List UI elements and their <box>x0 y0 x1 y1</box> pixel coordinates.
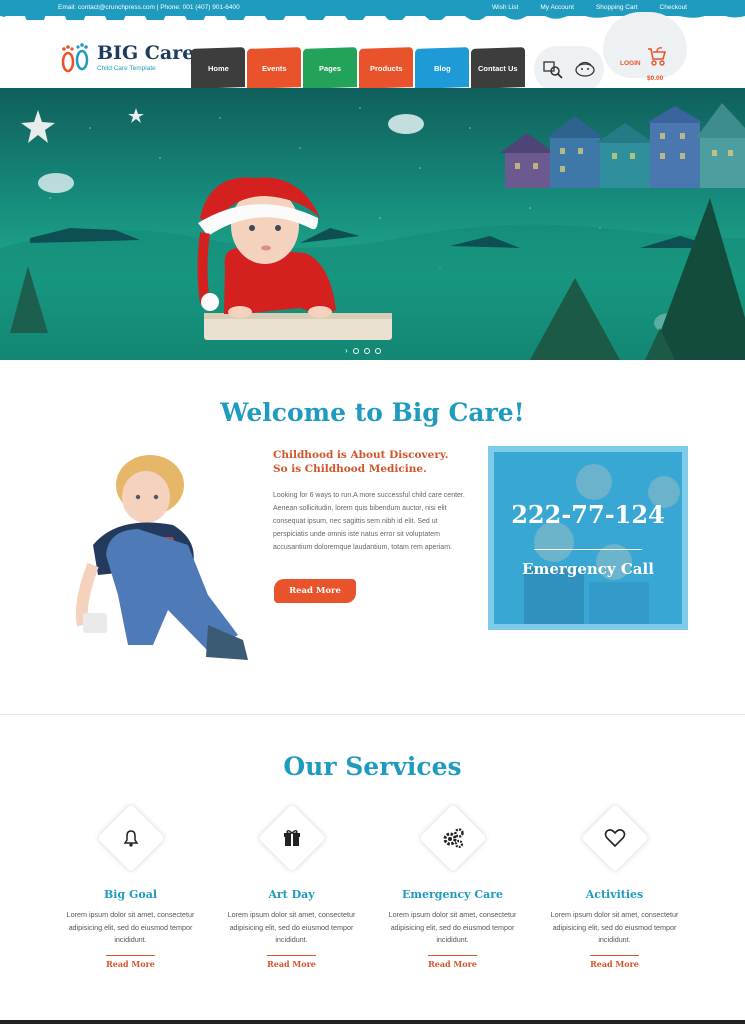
service-description: Lorem ipsum dolor sit amet, consectetur … <box>66 910 195 944</box>
nav-events[interactable]: Events <box>247 47 301 89</box>
welcome-read-more-button[interactable]: Read More <box>274 579 356 603</box>
slider-dot-2[interactable] <box>363 347 370 354</box>
nav-blog[interactable]: Blog <box>415 47 469 89</box>
welcome-heading: Welcome to Big Care! <box>220 398 525 427</box>
baby-feet-icon <box>61 43 89 73</box>
nav-pages-label: Pages <box>318 63 342 73</box>
service-card-activities: Activities Lorem ipsum dolor sit amet, c… <box>542 800 687 972</box>
nav-contact-us[interactable]: Contact Us <box>471 47 525 89</box>
slider-dot-1[interactable] <box>352 347 359 354</box>
my-account-link[interactable]: My Account <box>540 4 574 11</box>
emergency-call-label: Emergency Call <box>522 560 654 578</box>
emergency-call-card[interactable]: 222-77-124 Emergency Call <box>488 446 688 630</box>
gears-icon[interactable] <box>415 800 491 876</box>
service-read-more-link[interactable]: Read More <box>428 954 477 969</box>
service-description: Lorem ipsum dolor sit amet, consectetur … <box>227 910 356 944</box>
hero-scene-illustration <box>0 103 745 360</box>
bell-icon[interactable] <box>93 800 169 876</box>
checkout-link[interactable]: Checkout <box>660 4 687 11</box>
service-title: Art Day <box>268 888 315 901</box>
brand-tagline: Child Care Template <box>97 65 156 72</box>
nav-home-label: Home <box>207 63 229 73</box>
gift-icon[interactable] <box>254 800 330 876</box>
service-read-more-link[interactable]: Read More <box>106 954 155 969</box>
emergency-divider <box>534 549 642 550</box>
slider-dot-3[interactable] <box>374 347 381 354</box>
services-heading: Our Services <box>283 752 462 781</box>
nav-products-label: Products <box>369 63 403 73</box>
nav-products[interactable]: Products <box>359 47 413 89</box>
hero-slider: › <box>0 88 745 360</box>
toddler-photo <box>75 455 248 660</box>
slider-controls: › <box>345 346 381 355</box>
service-title: Emergency Care <box>401 888 504 901</box>
service-card-big-goal: Big Goal Lorem ipsum dolor sit amet, con… <box>58 800 203 972</box>
nav-blog-label: Blog <box>433 63 451 73</box>
service-card-art-day: Art Day Lorem ipsum dolor sit amet, cons… <box>219 800 364 972</box>
service-title: Activities <box>585 888 644 901</box>
welcome-body-text: Looking for 6 ways to run.A more success… <box>273 492 465 551</box>
contact-info: Email: contact@crunchpress.com | Phone: … <box>58 4 240 11</box>
service-read-more-link[interactable]: Read More <box>590 954 639 969</box>
stroller-cart-icon[interactable] <box>645 46 667 68</box>
cart-panel <box>603 12 687 78</box>
shopping-cart-link[interactable]: Shopping Cart <box>596 4 638 11</box>
welcome-subtitle: Childhood is About Discovery. So is Chil… <box>273 449 449 475</box>
nav-pages[interactable]: Pages <box>303 47 357 89</box>
service-title: Big Goal <box>103 888 158 901</box>
footer-edge <box>0 1020 745 1024</box>
section-divider <box>0 714 745 715</box>
heart-icon[interactable] <box>577 800 653 876</box>
service-read-more-link[interactable]: Read More <box>267 954 316 969</box>
nav-contact-us-label: Contact Us <box>478 63 518 73</box>
main-nav: Home Events Pages Products Blog Contact … <box>191 47 525 89</box>
top-links: Wish List My Account Shopping Cart Check… <box>492 4 687 11</box>
login-link[interactable]: LOGIN <box>620 60 641 67</box>
nav-home[interactable]: Home <box>191 47 245 89</box>
emergency-phone-number: 222-77-124 <box>511 500 665 529</box>
user-icon[interactable] <box>574 60 596 78</box>
site-logo[interactable]: BIG Care Child Care Template <box>58 40 194 76</box>
wish-list-link[interactable]: Wish List <box>492 4 518 11</box>
brand-title: BIG Care <box>97 42 195 64</box>
header-icon-group <box>534 46 604 92</box>
cart-total: $0.00 <box>647 75 664 82</box>
slider-prev-arrow[interactable]: › <box>345 346 348 355</box>
service-card-emergency-care: Emergency Care Lorem ipsum dolor sit ame… <box>380 800 525 972</box>
service-description: Lorem ipsum dolor sit amet, consectetur … <box>388 910 517 944</box>
nav-events-label: Events <box>261 63 287 73</box>
search-icon[interactable] <box>542 59 564 79</box>
service-description: Lorem ipsum dolor sit amet, consectetur … <box>550 910 679 944</box>
kids-background-image <box>524 464 680 624</box>
